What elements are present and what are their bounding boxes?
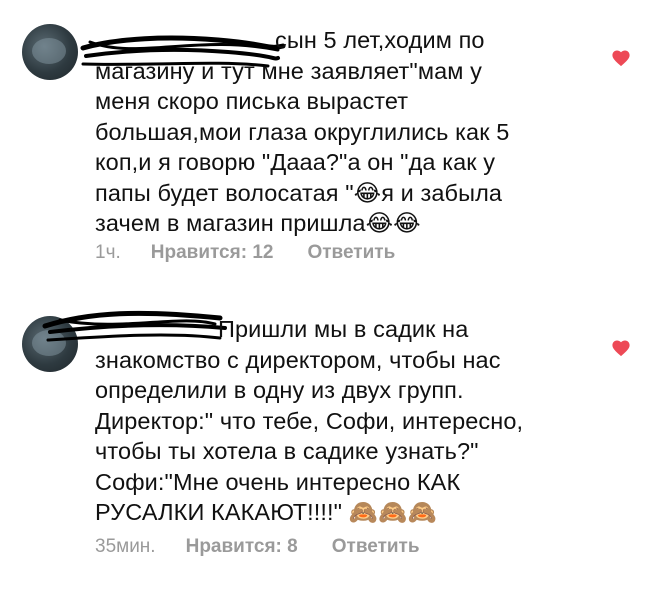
comment-line: магазину и тут мне заявляет"мам у: [95, 57, 483, 84]
comment-line: сын 5 лет,ходим по: [275, 27, 485, 53]
avatar[interactable]: [22, 316, 78, 372]
comment-line: Директор:" что тебе, Софи, интересно,: [95, 407, 524, 434]
comment-line: чтобы ты хотела в садике узнать?": [95, 438, 479, 464]
comment-line: зачем в магазин пришла😂😂: [95, 210, 421, 236]
comment-time: 1ч.: [95, 242, 121, 263]
reply-button[interactable]: Ответить: [332, 536, 420, 558]
comment-line: РУСАЛКИ КАКАЮТ!!!!" 🙈🙈🙈: [95, 499, 437, 525]
comment-line: знакомство с директором, чтобы нас: [95, 346, 501, 373]
comment-line: меня скоро писька вырастет: [95, 88, 409, 114]
comment-text: Пришли мы в садик на знакомство с директо…: [95, 314, 565, 528]
comment-line: Пришли мы в садик на: [218, 316, 469, 342]
like-heart-icon[interactable]: [611, 49, 631, 67]
reply-button[interactable]: Ответить: [307, 242, 395, 264]
like-heart-icon[interactable]: [611, 339, 631, 357]
comment-meta: 1ч. Нравится: 12 Ответить: [95, 242, 395, 264]
comment-line: определили в одну из двух групп.: [95, 377, 464, 403]
comment-meta: 35мин. Нравится: 8 Ответить: [95, 536, 420, 558]
comment-line: Софи:"Мне очень интересно КАК: [95, 468, 461, 495]
comment-time: 35мин.: [95, 536, 156, 557]
comment-line: большая,мои глаза округлились как 5: [95, 118, 510, 145]
comment-likes[interactable]: Нравится: 8: [186, 536, 298, 558]
comment-text: сын 5 лет,ходим по магазину и тут мне зая…: [95, 25, 565, 239]
comment-line: коп,и я говорю "Дааа?"а он "да как у: [95, 149, 496, 175]
comment-line: папы будет волосатая "😂я и забыла: [95, 179, 503, 206]
avatar[interactable]: [22, 24, 78, 80]
comment-likes[interactable]: Нравится: 12: [151, 242, 274, 264]
